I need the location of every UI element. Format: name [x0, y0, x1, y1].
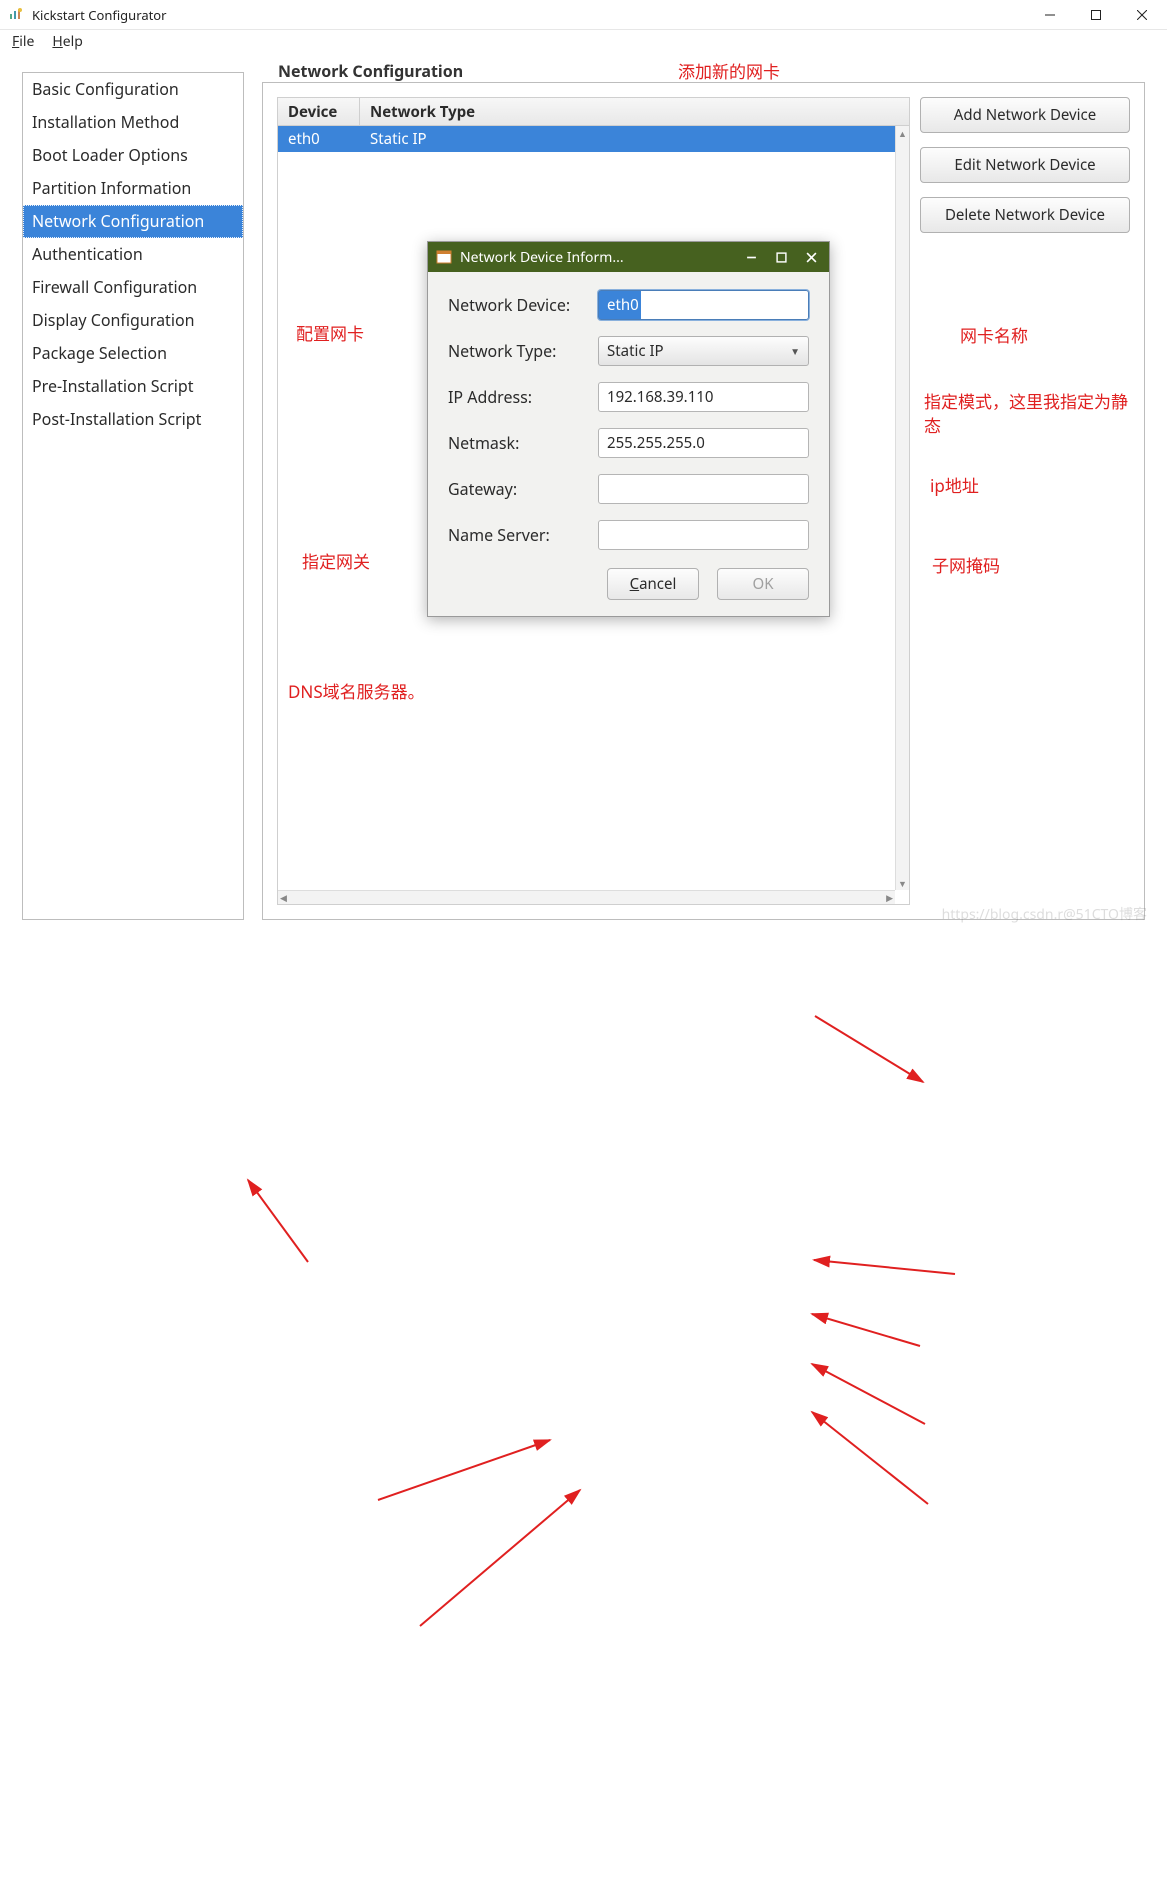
scroll-up-icon[interactable]: ▲ [896, 126, 909, 140]
maximize-button[interactable] [1073, 0, 1119, 30]
sidebar-item-boot-loader-options[interactable]: Boot Loader Options [23, 139, 243, 172]
sidebar-item-authentication[interactable]: Authentication [23, 238, 243, 271]
gateway-label: Gateway: [448, 478, 598, 500]
network-type-select[interactable]: Static IP ▼ [598, 336, 809, 366]
table-row[interactable]: eth0 Static IP [278, 126, 909, 152]
cancel-button[interactable]: Cancel [607, 568, 699, 600]
chevron-down-icon: ▼ [790, 344, 800, 358]
network-device-input[interactable] [598, 290, 809, 320]
column-device[interactable]: Device [278, 98, 360, 125]
sidebar-item-basic-configuration[interactable]: Basic Configuration [23, 73, 243, 106]
panel-title: Network Configuration [272, 60, 469, 82]
dialog-close-button[interactable] [799, 245, 823, 269]
vertical-scrollbar[interactable]: ▲ ▼ [895, 126, 909, 890]
network-device-label: Network Device: [448, 294, 598, 316]
dialog-title-bar[interactable]: Network Device Inform... [428, 242, 829, 272]
sidebar-item-firewall-configuration[interactable]: Firewall Configuration [23, 271, 243, 304]
menu-bar: File Help [0, 30, 1167, 54]
window-title: Kickstart Configurator [32, 6, 1027, 24]
sidebar-item-package-selection[interactable]: Package Selection [23, 337, 243, 370]
title-bar: Kickstart Configurator [0, 0, 1167, 30]
table-header: Device Network Type [278, 98, 909, 126]
sidebar-item-display-configuration[interactable]: Display Configuration [23, 304, 243, 337]
column-type[interactable]: Network Type [360, 98, 909, 125]
gateway-input[interactable] [598, 474, 809, 504]
horizontal-scrollbar[interactable]: ◀ ▶ [278, 890, 895, 904]
scroll-right-icon[interactable]: ▶ [886, 891, 893, 904]
ok-button[interactable]: OK [717, 568, 809, 600]
network-type-value: Static IP [607, 341, 664, 361]
sidebar-item-installation-method[interactable]: Installation Method [23, 106, 243, 139]
cell-type: Static IP [360, 126, 437, 152]
app-icon [8, 7, 24, 23]
action-buttons: Add Network Device Edit Network Device D… [920, 97, 1130, 233]
dialog-minimize-button[interactable] [739, 245, 763, 269]
dialog-icon [436, 249, 452, 265]
edit-network-device-button[interactable]: Edit Network Device [920, 147, 1130, 183]
ip-address-label: IP Address: [448, 386, 598, 408]
add-network-device-button[interactable]: Add Network Device [920, 97, 1130, 133]
netmask-label: Netmask: [448, 432, 598, 454]
delete-network-device-button[interactable]: Delete Network Device [920, 197, 1130, 233]
netmask-input[interactable] [598, 428, 809, 458]
close-button[interactable] [1119, 0, 1165, 30]
dialog-title: Network Device Inform... [460, 248, 733, 267]
name-server-input[interactable] [598, 520, 809, 550]
minimize-button[interactable] [1027, 0, 1073, 30]
scroll-left-icon[interactable]: ◀ [280, 891, 287, 904]
network-device-dialog: Network Device Inform... Network Device:… [427, 241, 830, 617]
sidebar-item-pre-installation-script[interactable]: Pre-Installation Script [23, 370, 243, 403]
sidebar-item-partition-information[interactable]: Partition Information [23, 172, 243, 205]
dialog-maximize-button[interactable] [769, 245, 793, 269]
annotation-arrows [0, 942, 1167, 1884]
scroll-down-icon[interactable]: ▼ [896, 876, 909, 890]
name-server-label: Name Server: [448, 524, 598, 546]
dialog-body: Network Device: Network Type: Static IP … [428, 272, 829, 616]
network-type-label: Network Type: [448, 340, 598, 362]
menu-file[interactable]: File [6, 30, 46, 53]
menu-help[interactable]: Help [46, 30, 95, 53]
sidebar: Basic ConfigurationInstallation MethodBo… [22, 72, 244, 920]
sidebar-item-network-configuration[interactable]: Network Configuration [23, 205, 243, 238]
ip-address-input[interactable] [598, 382, 809, 412]
sidebar-item-post-installation-script[interactable]: Post-Installation Script [23, 403, 243, 436]
watermark: https://blog.csdn.r@51CTO博客 [942, 904, 1147, 924]
cell-device: eth0 [278, 126, 360, 152]
